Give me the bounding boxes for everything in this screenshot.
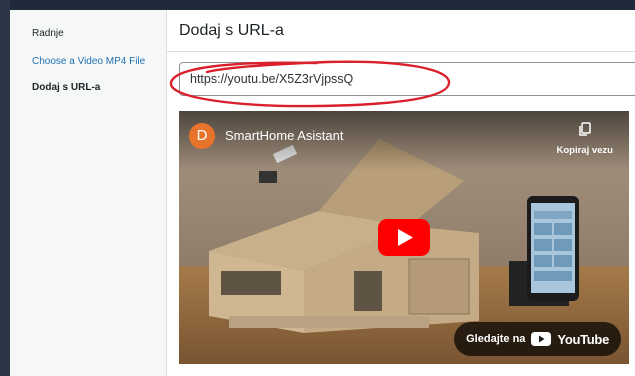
sidebar-heading: Radnje <box>32 28 64 39</box>
video-title[interactable]: SmartHome Asistant <box>225 128 344 143</box>
media-modal: Radnje Choose a Video MP4 File Dodaj s U… <box>10 10 635 376</box>
video-embed[interactable]: D SmartHome Asistant Kopiraj vezu Gledaj… <box>179 111 629 364</box>
watch-on-youtube-button[interactable]: Gledajte na YouTube <box>454 322 621 356</box>
sidebar-item-add-from-url[interactable]: Dodaj s URL-a <box>32 82 100 93</box>
youtube-logo-icon <box>531 332 552 346</box>
sidebar-item-choose-mp4[interactable]: Choose a Video MP4 File <box>32 56 145 67</box>
media-sidebar: Radnje Choose a Video MP4 File Dodaj s U… <box>10 10 167 376</box>
copy-link-button[interactable]: Kopiraj vezu <box>556 121 614 158</box>
title-divider <box>167 51 635 52</box>
main-panel: Dodaj s URL-a https://youtu.be/X5Z3rVjps… <box>167 10 635 376</box>
page-title: Dodaj s URL-a <box>179 22 284 39</box>
copy-link-label: Kopiraj vezu <box>556 145 614 156</box>
watch-on-label: Gledajte na <box>466 333 526 345</box>
play-icon[interactable] <box>378 219 430 256</box>
channel-avatar[interactable]: D <box>189 123 215 149</box>
page-backdrop <box>0 0 10 376</box>
copy-icon <box>579 122 591 136</box>
youtube-brand: YouTube <box>557 331 609 347</box>
url-input[interactable] <box>179 62 635 96</box>
